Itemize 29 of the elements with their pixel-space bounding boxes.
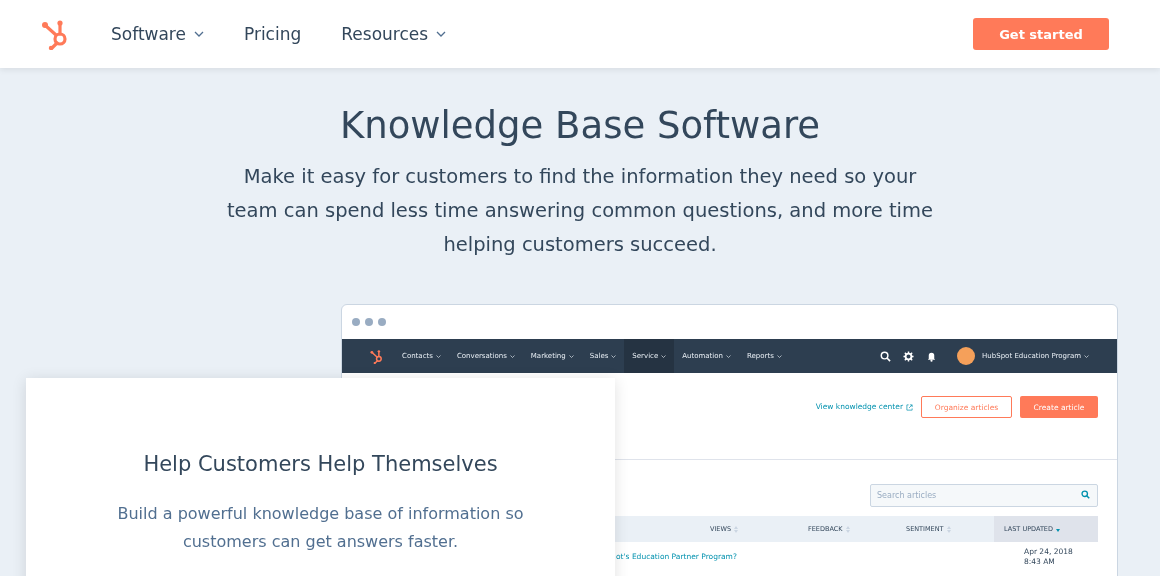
sprocket-logo-icon[interactable] (370, 348, 384, 364)
card-text: Build a powerful knowledge base of information so customers can get answers faster. (116, 503, 525, 553)
chevron-down-icon (661, 354, 667, 358)
avatar[interactable] (957, 347, 976, 365)
chevron-down-icon (568, 354, 574, 358)
hero-subtitle: Make it easy for customers to find the information they need so your team can spend less time answering common questions, and more time helping customers succeed. (225, 164, 934, 258)
nav-link[interactable]: Software (111, 24, 204, 44)
card-title: Help Customers Help Themselves (143, 451, 498, 478)
bell-icon[interactable] (926, 350, 938, 362)
search-icon[interactable] (880, 350, 892, 362)
search-icon (1081, 490, 1090, 499)
window-dot-icon (352, 318, 360, 326)
chevron-down-icon (509, 354, 515, 358)
search-field[interactable]: Search articles (870, 484, 1098, 507)
chevron-down-icon (1084, 354, 1089, 358)
chevron-down-icon (726, 354, 731, 358)
sort-icon (946, 525, 951, 533)
nav-link[interactable]: Pricing (243, 24, 302, 44)
chevron-down-icon (435, 354, 441, 358)
nav-link[interactable]: Resources (341, 24, 447, 44)
sort-icon (734, 525, 739, 533)
external-link-icon (906, 403, 913, 411)
chevron-down-icon (776, 354, 782, 358)
page-title: Knowledge Base Software (339, 103, 821, 149)
settings-icon[interactable] (903, 350, 915, 362)
chevron-down-icon (611, 354, 617, 358)
window-dot-icon (378, 318, 386, 326)
window-dot-icon (365, 318, 373, 326)
sort-icon (845, 525, 850, 533)
